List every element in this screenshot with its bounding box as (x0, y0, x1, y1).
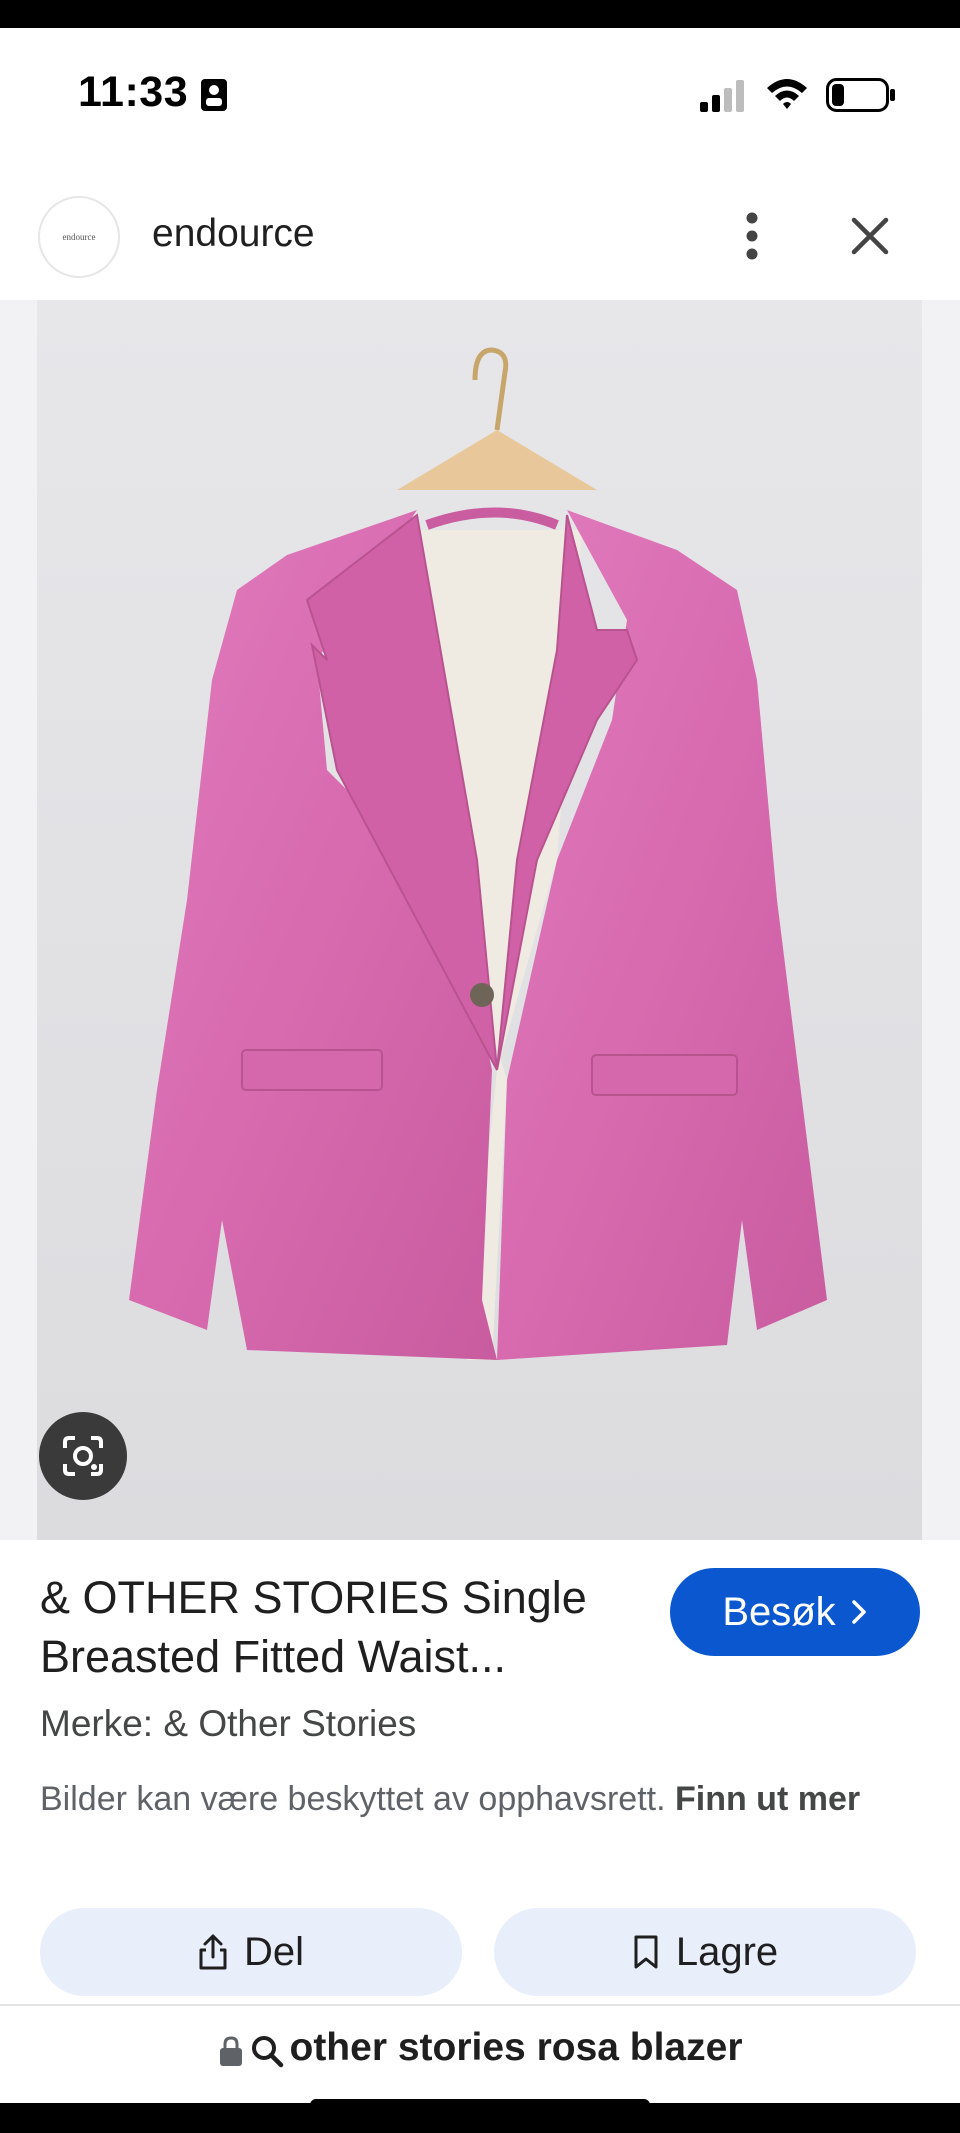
id-card-icon (201, 79, 227, 111)
product-title[interactable]: & OTHER STORIES Single Breasted Fitted W… (40, 1568, 640, 1686)
lock-icon (219, 2036, 242, 2066)
visit-button[interactable]: Besøk (670, 1568, 920, 1656)
screen: 11:33 endource endource & OTHER STORIES … (0, 28, 960, 2103)
home-indicator (310, 2099, 650, 2103)
site-logo-text: endource (62, 232, 96, 242)
wifi-icon (767, 79, 807, 109)
more-vert-icon[interactable] (730, 208, 774, 264)
learn-more-link[interactable]: Finn ut mer (675, 1780, 860, 1818)
product-image[interactable] (37, 300, 922, 1540)
search-icon (251, 2036, 283, 2068)
share-icon (199, 1934, 227, 1970)
close-icon[interactable] (846, 212, 894, 260)
search-query-bar[interactable]: other stories rosa blazer (0, 2006, 960, 2103)
signal-icon (700, 80, 744, 112)
image-area (0, 300, 960, 1540)
share-button[interactable]: Del (40, 1908, 462, 1996)
copyright-notice-text: Bilder kan være beskyttet av opphavsrett… (40, 1780, 666, 1818)
save-button-label: Lagre (675, 1929, 779, 1974)
bookmark-icon (634, 1935, 658, 1969)
chevron-right-icon (851, 1600, 866, 1624)
site-name[interactable]: endource (152, 212, 315, 256)
lens-button[interactable] (39, 1412, 127, 1500)
share-button-label: Del (243, 1929, 305, 1974)
brand-label: Merke: & Other Stories (40, 1703, 417, 1744)
site-logo[interactable]: endource (38, 196, 120, 278)
lens-icon (63, 1436, 103, 1476)
viewer-header: endource endource (0, 158, 960, 300)
status-time: 11:33 (78, 68, 189, 116)
copyright-notice: Bilder kan være beskyttet av opphavsrett… (40, 1776, 920, 1822)
status-bar: 11:33 (0, 28, 960, 158)
visit-button-label: Besøk (722, 1589, 836, 1634)
save-button[interactable]: Lagre (494, 1908, 916, 1996)
search-query-text: other stories rosa blazer (289, 2026, 743, 2069)
battery-icon (826, 78, 895, 112)
